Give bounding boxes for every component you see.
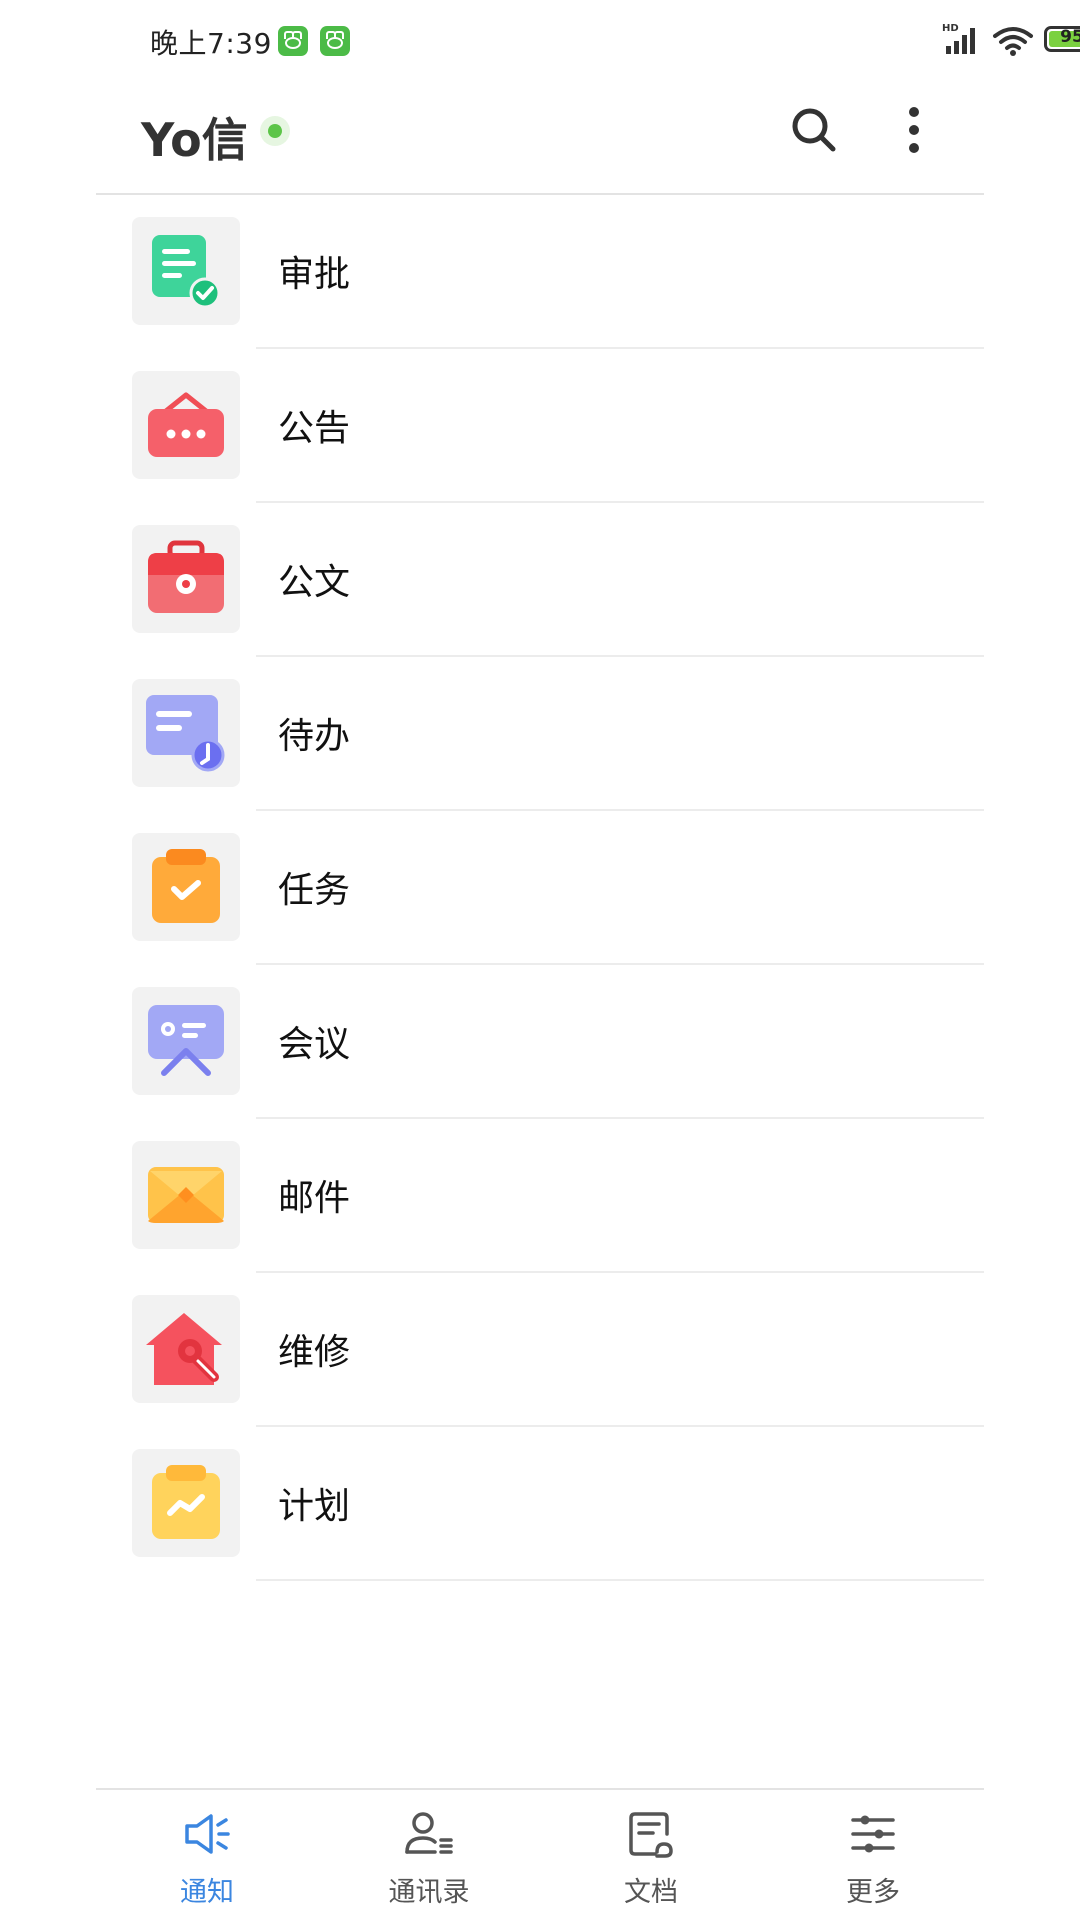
tab-contacts[interactable]: 通讯录: [318, 1790, 540, 1920]
menu-item-label: 计划: [278, 1486, 351, 1527]
document-icon: [629, 1812, 673, 1858]
app-notification-icon: [320, 26, 350, 56]
divider: [256, 1579, 984, 1581]
menu-item-todo[interactable]: 待办: [96, 657, 984, 811]
online-status-icon: [260, 116, 290, 146]
battery-level: 95: [1060, 27, 1080, 47]
search-icon[interactable]: [786, 102, 842, 158]
menu-item-plan[interactable]: 计划: [96, 1427, 984, 1581]
menu-item-mail[interactable]: 邮件: [96, 1119, 984, 1273]
menu-item-announcement[interactable]: 公告: [96, 349, 984, 503]
menu-item-label: 维修: [278, 1332, 351, 1373]
signal-icon: HD: [942, 23, 975, 54]
menu-item-label: 任务: [278, 870, 351, 911]
tab-label: 文档: [624, 1877, 678, 1908]
menu-item-label: 审批: [278, 254, 351, 295]
app-bar: Yo信: [96, 80, 984, 195]
megaphone-icon: [185, 1814, 230, 1854]
feature-list: 审批 公告 公文 待办 任务 会议 邮件 维修 计划: [96, 195, 984, 1581]
app-notification-icon: [278, 26, 308, 56]
bottom-tab-bar: 通知 通讯录 文档 更多: [96, 1788, 984, 1920]
document-bag-icon: [132, 525, 240, 633]
menu-item-label: 公文: [278, 562, 351, 603]
tab-label: 通讯录: [388, 1877, 470, 1908]
menu-item-approval[interactable]: 审批: [96, 195, 984, 349]
plan-icon: [132, 1449, 240, 1557]
battery-icon: 95: [1044, 26, 1080, 52]
tab-more[interactable]: 更多: [762, 1790, 984, 1920]
network-label: HD: [942, 23, 959, 34]
meeting-icon: [132, 987, 240, 1095]
app-title: Yo信: [141, 113, 248, 167]
mail-icon: [132, 1141, 240, 1249]
tab-documents[interactable]: 文档: [540, 1790, 762, 1920]
menu-item-meeting[interactable]: 会议: [96, 965, 984, 1119]
task-icon: [132, 833, 240, 941]
menu-item-label: 会议: [278, 1024, 351, 1065]
menu-item-official-document[interactable]: 公文: [96, 503, 984, 657]
tab-notifications[interactable]: 通知: [96, 1790, 318, 1920]
approval-icon: [132, 217, 240, 325]
menu-item-label: 邮件: [278, 1178, 351, 1219]
contacts-icon: [405, 1812, 453, 1854]
repair-icon: [132, 1295, 240, 1403]
menu-item-label: 待办: [278, 716, 351, 757]
todo-icon: [132, 679, 240, 787]
announcement-icon: [132, 371, 240, 479]
status-bar: 晚上7:39 HD 95: [0, 0, 1080, 80]
menu-item-repair[interactable]: 维修: [96, 1273, 984, 1427]
tab-label: 更多: [846, 1877, 900, 1908]
sliders-icon: [851, 1815, 895, 1853]
wifi-icon: [993, 27, 1033, 56]
menu-item-task[interactable]: 任务: [96, 811, 984, 965]
tab-label: 通知: [180, 1877, 234, 1908]
more-vertical-icon[interactable]: [886, 102, 942, 158]
menu-item-label: 公告: [278, 408, 351, 449]
status-time: 晚上7:39: [150, 27, 272, 60]
